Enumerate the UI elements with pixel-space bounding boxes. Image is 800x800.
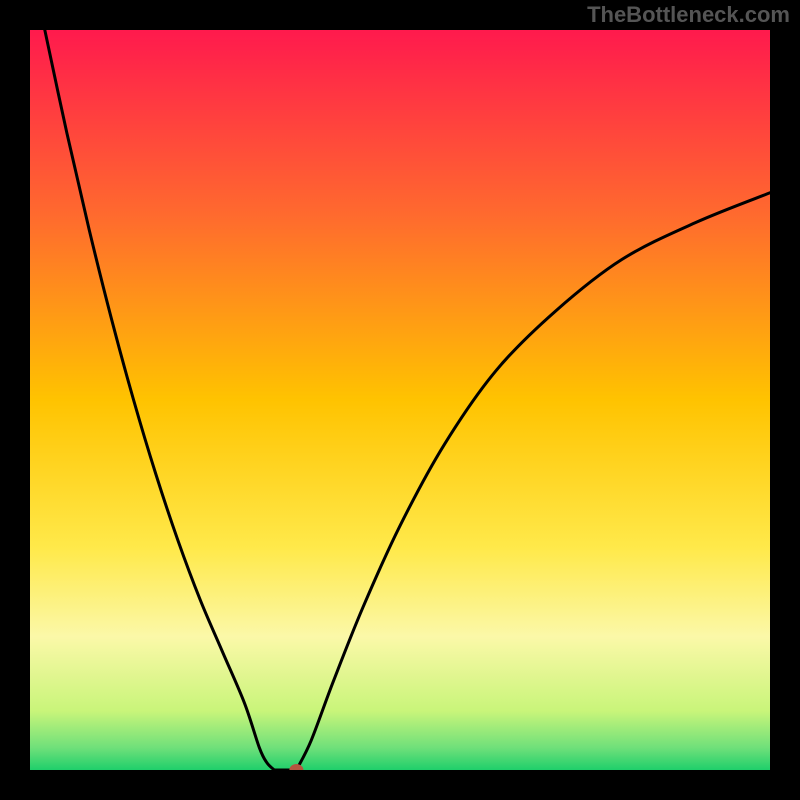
chart-svg (30, 30, 770, 770)
chart-background (30, 30, 770, 770)
watermark-text: TheBottleneck.com (587, 2, 790, 28)
chart-plot-area (30, 30, 770, 770)
chart-frame: TheBottleneck.com (0, 0, 800, 800)
